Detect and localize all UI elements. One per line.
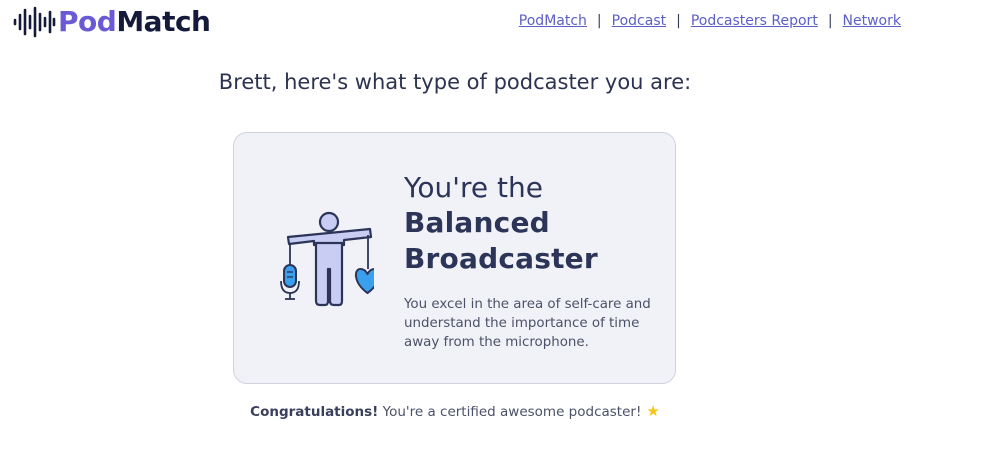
page: PodMatch PodMatch | Podcast | Podcasters… <box>0 0 1000 467</box>
podcaster-type-line-1: Balanced <box>404 206 550 239</box>
balance-figure-icon <box>280 211 374 307</box>
result-lead: You're the <box>404 171 543 204</box>
nav-link-podcast[interactable]: Podcast <box>612 13 666 29</box>
nav-link-network[interactable]: Network <box>843 13 901 29</box>
logo-text: PodMatch <box>58 5 211 38</box>
result-card: You're the Balanced Broadcaster You exce… <box>233 132 676 384</box>
congrats-bold: Congratulations! <box>250 404 379 420</box>
congrats-text: You're a certified awesome podcaster! <box>378 404 642 420</box>
result-description: You excel in the area of self-care and u… <box>404 297 651 350</box>
congrats-message: Congratulations! You're a certified awes… <box>0 402 910 420</box>
nav-separator: | <box>596 13 602 29</box>
result-text: You're the Balanced Broadcaster You exce… <box>404 171 664 352</box>
podcaster-type-line-2: Broadcaster <box>404 242 598 275</box>
soundwave-logo-icon <box>13 6 56 38</box>
nav-link-podmatch[interactable]: PodMatch <box>519 13 587 29</box>
podmatch-logo[interactable]: PodMatch <box>12 4 211 40</box>
nav-separator: | <box>827 13 833 29</box>
page-title: Brett, here's what type of podcaster you… <box>218 70 692 94</box>
nav-link-podcasters-report[interactable]: Podcasters Report <box>691 13 818 29</box>
star-icon: ★ <box>646 402 660 420</box>
top-nav: PodMatch | Podcast | Podcasters Report |… <box>519 13 901 29</box>
nav-separator: | <box>676 13 681 29</box>
